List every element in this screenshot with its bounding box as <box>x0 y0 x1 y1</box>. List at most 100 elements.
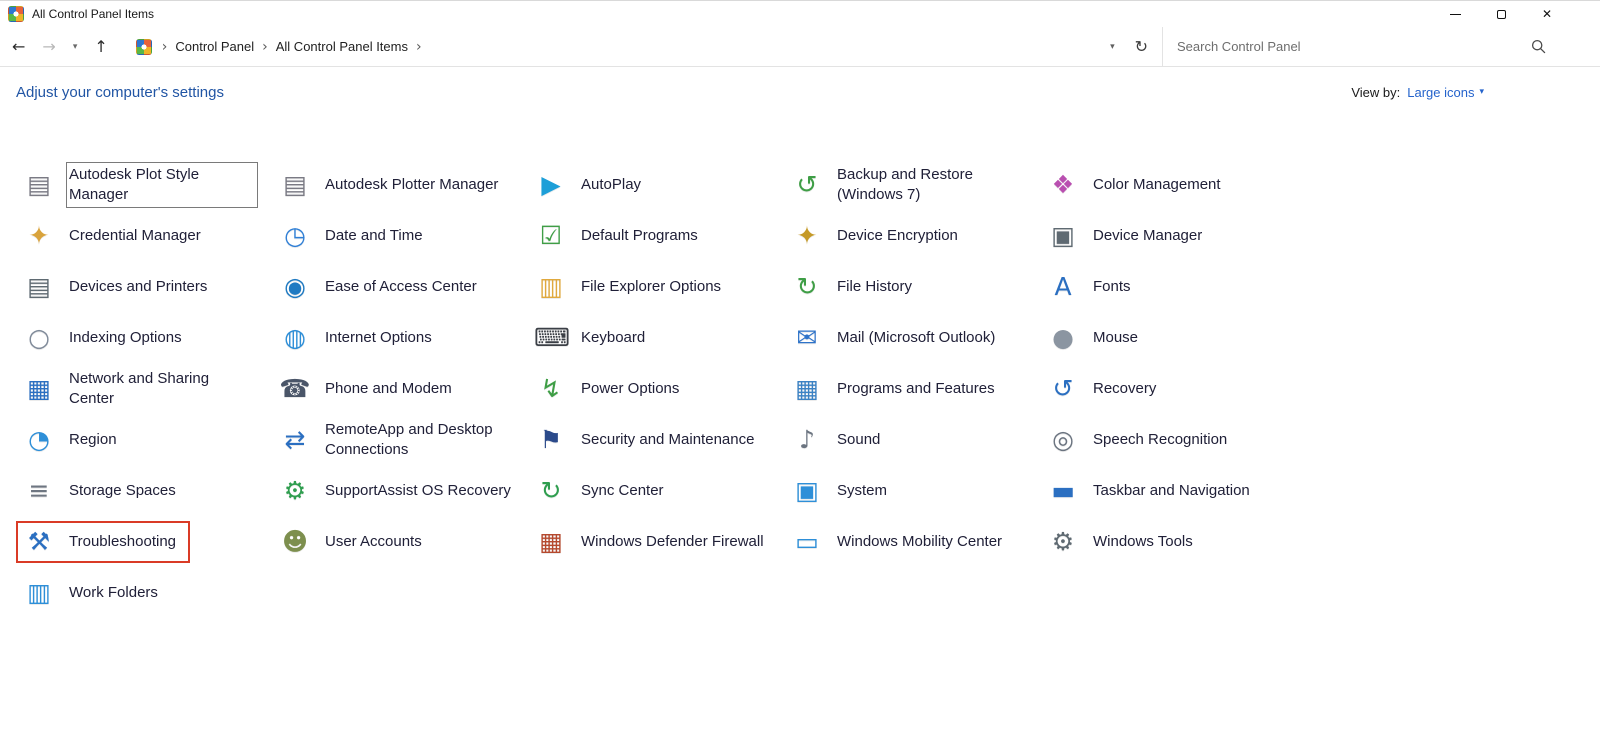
printer-icon: ▤ <box>22 168 56 202</box>
control-panel-item[interactable]: ☎ Phone and Modem <box>272 368 466 410</box>
minimize-button[interactable] <box>1432 1 1478 27</box>
control-panel-item[interactable]: ↺Recovery <box>1040 368 1170 410</box>
control-panel-item[interactable]: ▤Autodesk Plotter Manager <box>272 164 512 206</box>
region-icon: ◔ <box>22 423 56 457</box>
control-panel-item[interactable]: ❖Color Management <box>1040 164 1235 206</box>
control-panel-item[interactable]: ▭Windows Mobility Center <box>784 521 1016 563</box>
control-panel-item[interactable]: ↺Backup and Restore (Windows 7) <box>784 161 1037 209</box>
control-panel-item[interactable]: ▣System <box>784 470 901 512</box>
control-panel-item[interactable]: ▥ Work Folders <box>16 572 172 614</box>
control-panel-item[interactable]: ▤Autodesk Plot Style Manager <box>16 161 269 209</box>
control-panel-item[interactable]: ◷Date and Time <box>272 215 437 257</box>
storage-spaces-icon: ≡ <box>22 474 56 508</box>
remoteapp-icon: ⇄ <box>278 423 312 457</box>
refresh-icon[interactable]: ↻ <box>1135 37 1148 56</box>
taskbar-navigation-icon: ▬ <box>1046 474 1080 508</box>
item-label: Taskbar and Navigation <box>1093 481 1250 501</box>
control-panel-item[interactable]: ⌨Keyboard <box>528 317 659 359</box>
control-panel-item[interactable]: ↻ Sync Center <box>528 470 678 512</box>
item-label: Internet Options <box>325 328 432 348</box>
search-icon[interactable] <box>1531 39 1546 54</box>
power-options-icon: ↯ <box>534 372 568 406</box>
nav-controls: ← → ▾ ↑ <box>0 37 122 56</box>
view-by-label: View by: <box>1351 85 1400 100</box>
up-button[interactable]: ↑ <box>94 37 107 56</box>
device-manager-icon: ▣ <box>1046 219 1080 253</box>
window-controls: ✕ <box>1432 1 1570 27</box>
window-title: All Control Panel Items <box>32 7 154 21</box>
item-label: Speech Recognition <box>1093 430 1227 450</box>
control-panel-item[interactable]: ▶AutoPlay <box>528 164 655 206</box>
item-label: Fonts <box>1093 277 1131 297</box>
control-panel-item[interactable]: ○Indexing Options <box>16 317 196 359</box>
address-bar[interactable]: › Control Panel › All Control Panel Item… <box>122 27 1162 67</box>
phone-and-modem-icon: ☎ <box>278 372 312 406</box>
control-panel-item[interactable]: ⚙Windows Tools <box>1040 521 1207 563</box>
control-panel-app-icon <box>8 6 24 22</box>
devices-and-printers-icon: ▤ <box>22 270 56 304</box>
item-label: Sync Center <box>581 481 664 501</box>
control-panel-item[interactable]: ⚙SupportAssist OS Recovery <box>272 470 525 512</box>
work-folders-icon: ▥ <box>22 576 56 610</box>
control-panel-item[interactable]: ▥File Explorer Options <box>528 266 735 308</box>
control-panel-item[interactable]: ⚒Troubleshooting <box>16 521 190 563</box>
control-panel-item[interactable]: ▬ Taskbar and Navigation <box>1040 470 1264 512</box>
item-label: Work Folders <box>69 583 158 603</box>
item-label: Device Encryption <box>837 226 958 246</box>
control-panel-item[interactable]: ◔ Region <box>16 419 131 461</box>
view-by-control: View by: Large icons ▾ <box>1351 85 1484 100</box>
internet-options-icon: ◍ <box>278 321 312 355</box>
control-panel-item[interactable]: ▦Network and Sharing Center <box>16 365 269 413</box>
item-label: RemoteApp and Desktop Connections <box>325 420 511 460</box>
control-panel-item[interactable]: ✦Credential Manager <box>16 215 215 257</box>
control-panel-item[interactable]: AFonts <box>1040 266 1145 308</box>
view-by-value: Large icons <box>1407 85 1474 100</box>
item-label: Device Manager <box>1093 226 1202 246</box>
control-panel-item[interactable]: ↯Power Options <box>528 368 693 410</box>
control-panel-item[interactable]: ☻User Accounts <box>272 521 436 563</box>
breadcrumb-control-panel[interactable]: Control Panel <box>175 39 254 54</box>
item-label: Region <box>69 430 117 450</box>
control-panel-item[interactable]: ⚑Security and Maintenance <box>528 419 768 461</box>
control-panel-item[interactable]: ●Mouse <box>1040 317 1152 359</box>
control-panel-item[interactable]: ↻File History <box>784 266 926 308</box>
windows-defender-firewall-icon: ▦ <box>534 525 568 559</box>
autoplay-icon: ▶ <box>534 168 568 202</box>
close-button[interactable]: ✕ <box>1524 1 1570 27</box>
address-dropdown-chevron-icon[interactable]: ▾ <box>1110 42 1115 52</box>
search-box[interactable] <box>1162 27 1560 67</box>
control-panel-item[interactable]: ▦Windows Defender Firewall <box>528 521 778 563</box>
supportassist-recovery-icon: ⚙ <box>278 474 312 508</box>
control-panel-item[interactable]: ◍ Internet Options <box>272 317 446 359</box>
speech-recognition-icon: ◎ <box>1046 423 1080 457</box>
recent-locations-chevron-icon[interactable]: ▾ <box>73 42 78 52</box>
control-panel-item[interactable]: ✦Device Encryption <box>784 215 972 257</box>
item-label: Phone and Modem <box>325 379 452 399</box>
maximize-button[interactable] <box>1478 1 1524 27</box>
default-programs-icon: ☑ <box>534 219 568 253</box>
credential-manager-icon: ✦ <box>22 219 56 253</box>
control-panel-grid: ▤Autodesk Plot Style Manager▤Autodesk Pl… <box>0 159 1600 618</box>
item-label: Storage Spaces <box>69 481 176 501</box>
control-panel-item[interactable]: ▣ Device Manager <box>1040 215 1216 257</box>
item-label: Sound <box>837 430 880 450</box>
control-panel-item[interactable]: ♪Sound <box>784 419 894 461</box>
item-label: Windows Tools <box>1093 532 1193 552</box>
plotter-icon: ▤ <box>278 168 312 202</box>
control-panel-item[interactable]: ▤Devices and Printers <box>16 266 221 308</box>
control-panel-item[interactable]: ✉Mail (Microsoft Outlook) <box>784 317 1009 359</box>
control-panel-item[interactable]: ◎ Speech Recognition <box>1040 419 1241 461</box>
breadcrumb-all-control-panel-items[interactable]: All Control Panel Items <box>276 39 408 54</box>
page-title: Adjust your computer's settings <box>16 84 224 101</box>
search-input[interactable] <box>1177 39 1521 54</box>
forward-button[interactable]: → <box>42 37 55 56</box>
control-panel-item[interactable]: ▦Programs and Features <box>784 368 1009 410</box>
view-by-dropdown[interactable]: Large icons ▾ <box>1407 85 1484 100</box>
back-button[interactable]: ← <box>12 37 25 56</box>
maximize-icon <box>1497 10 1506 19</box>
control-panel-item[interactable]: ☑Default Programs <box>528 215 712 257</box>
control-panel-item[interactable]: ≡ Storage Spaces <box>16 470 190 512</box>
control-panel-item[interactable]: ◉Ease of Access Center <box>272 266 491 308</box>
sync-center-icon: ↻ <box>534 474 568 508</box>
control-panel-item[interactable]: ⇄ RemoteApp and Desktop Connections <box>272 416 525 464</box>
